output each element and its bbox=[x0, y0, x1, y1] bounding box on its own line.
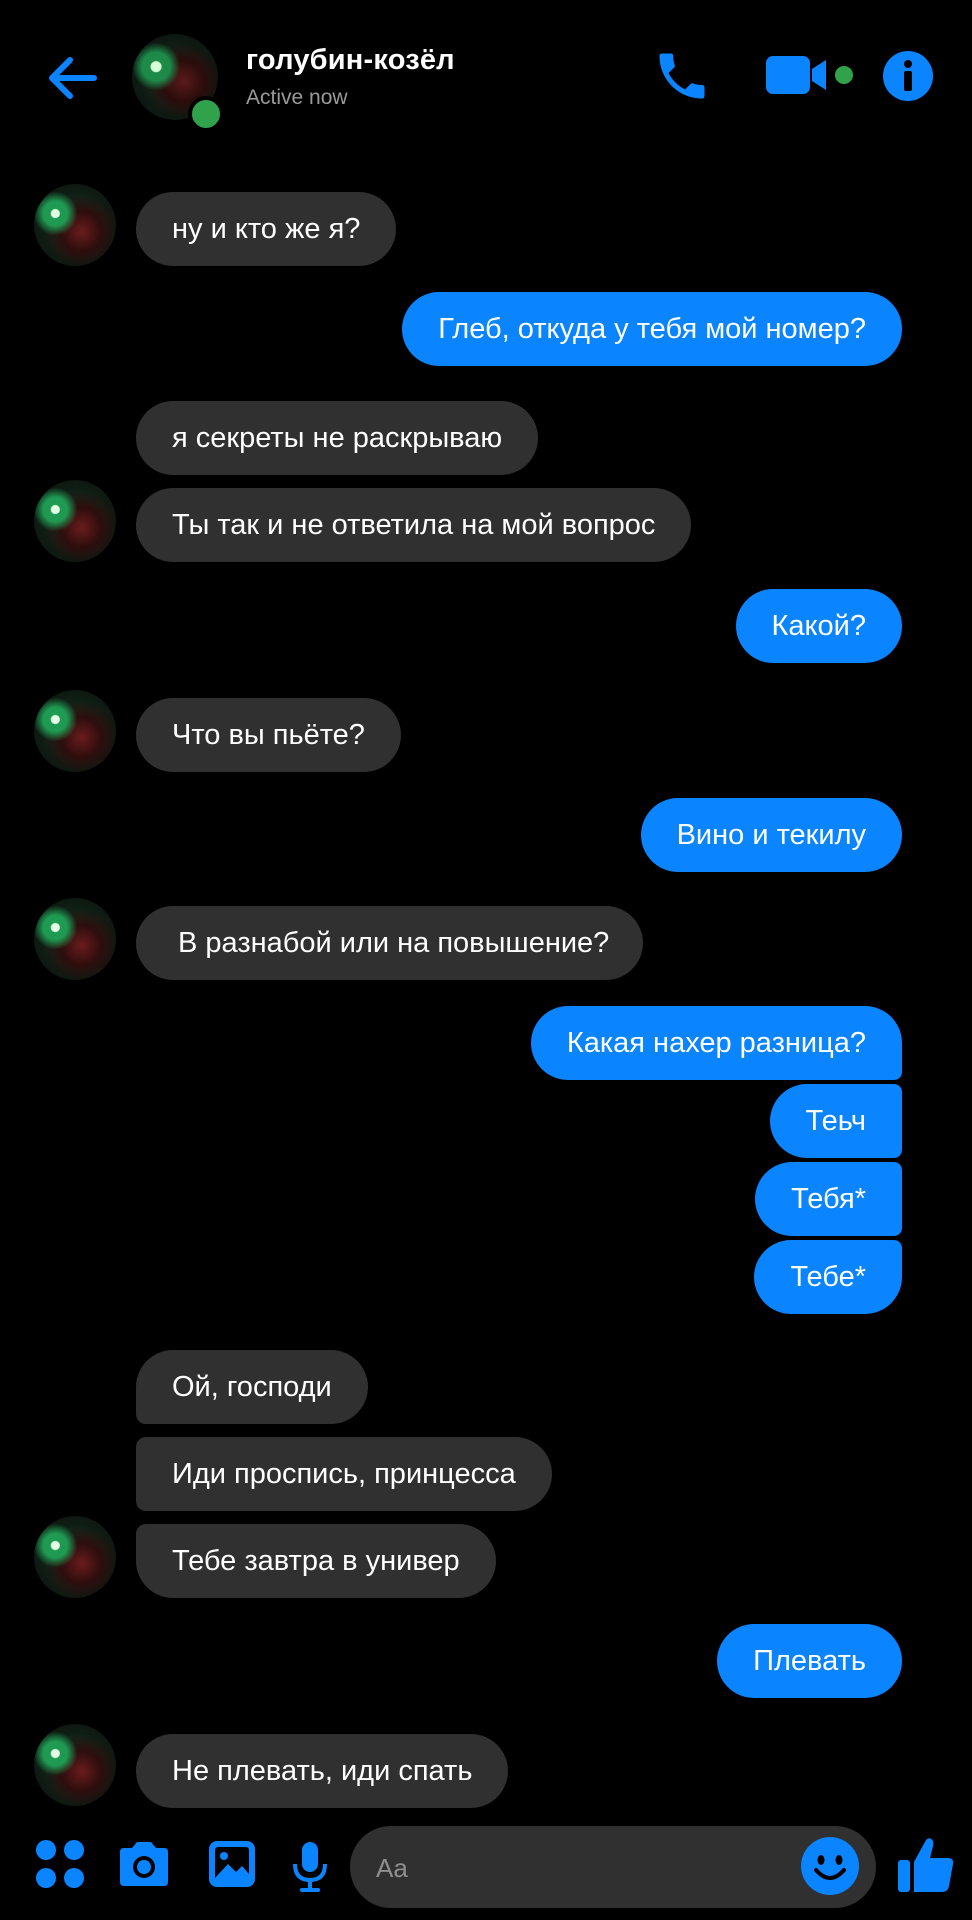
smiley-icon[interactable] bbox=[800, 1836, 860, 1896]
message-incoming[interactable]: Не плевать, иди спать bbox=[136, 1734, 509, 1808]
info-icon[interactable] bbox=[882, 50, 934, 102]
video-camera-icon[interactable] bbox=[764, 52, 864, 98]
message-outgoing[interactable]: Теьч bbox=[769, 1084, 902, 1158]
message-composer[interactable] bbox=[350, 1826, 876, 1910]
back-arrow-icon[interactable] bbox=[44, 48, 104, 108]
message-outgoing[interactable]: Глеб, откуда у тебя мой номер? bbox=[402, 292, 902, 366]
message-incoming[interactable]: Ой, господи bbox=[136, 1350, 368, 1424]
camera-icon[interactable] bbox=[116, 1838, 172, 1895]
microphone-icon[interactable] bbox=[290, 1840, 330, 1899]
message-input[interactable] bbox=[374, 1826, 778, 1910]
image-icon[interactable] bbox=[206, 1838, 258, 1895]
four-dots-icon[interactable] bbox=[34, 1838, 86, 1895]
message-outgoing[interactable]: Плевать bbox=[717, 1624, 902, 1698]
contact-avatar-small[interactable] bbox=[34, 480, 116, 562]
contact-avatar-small[interactable] bbox=[34, 1724, 116, 1806]
contact-avatar-small[interactable] bbox=[34, 184, 116, 266]
message-incoming[interactable]: я секреты не раскрываю bbox=[136, 401, 539, 475]
contact-avatar-small[interactable] bbox=[34, 690, 116, 772]
message-incoming[interactable]: Ты так и не ответила на мой вопрос bbox=[136, 488, 692, 562]
message-incoming[interactable]: Что вы пьёте? bbox=[136, 698, 401, 772]
contact-name[interactable]: голубин-козёл bbox=[246, 44, 455, 77]
contact-avatar-small[interactable] bbox=[34, 1516, 116, 1598]
thumbs-up-icon[interactable] bbox=[896, 1834, 956, 1896]
contact-avatar-small[interactable] bbox=[34, 898, 116, 980]
message-incoming[interactable]: Тебе завтра в универ bbox=[136, 1524, 496, 1598]
message-outgoing[interactable]: Какая нахер разница? bbox=[530, 1006, 902, 1080]
message-incoming[interactable]: Иди проспись, принцесса bbox=[136, 1437, 552, 1511]
message-outgoing[interactable]: Тебе* bbox=[754, 1240, 902, 1314]
message-incoming[interactable]: ну и кто же я? bbox=[136, 192, 397, 266]
online-status-dot bbox=[188, 96, 224, 132]
message-incoming[interactable]: В разнабой или на повышение? bbox=[136, 906, 644, 980]
message-outgoing[interactable]: Тебя* bbox=[755, 1162, 902, 1236]
message-outgoing[interactable]: Вино и текилу bbox=[640, 798, 902, 872]
contact-status: Active now bbox=[246, 86, 348, 109]
phone-icon[interactable] bbox=[652, 46, 712, 106]
message-outgoing[interactable]: Какой? bbox=[735, 589, 902, 663]
